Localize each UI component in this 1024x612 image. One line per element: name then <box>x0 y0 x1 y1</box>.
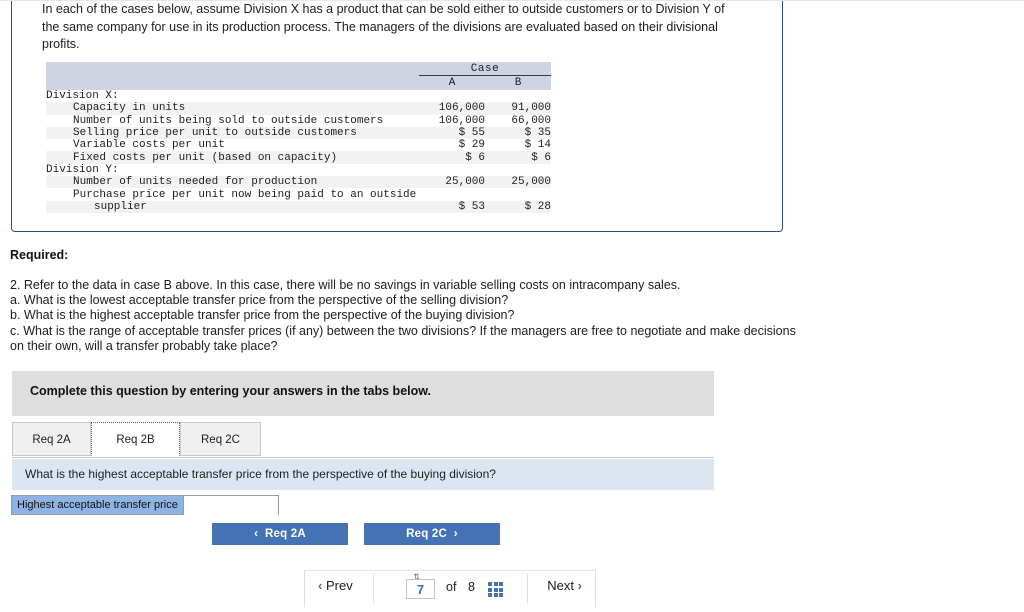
table-cell-case-a: 106,000 <box>419 102 485 115</box>
table-cell-case-b: 25,000 <box>485 176 551 189</box>
table-cell-case-a: 106,000 <box>419 114 485 127</box>
answer-entry-row: Highest acceptable transfer price <box>11 495 279 516</box>
table-column-header-a: A <box>419 75 485 90</box>
table-cell-case-b: $ 35 <box>485 126 551 140</box>
table-cell-case-b: 91,000 <box>485 102 551 115</box>
pagination-separator-left <box>373 574 374 603</box>
pagination-next-button[interactable]: Next › <box>547 578 582 593</box>
pagination-prev-button[interactable]: ‹ Prev <box>318 578 353 593</box>
chevron-right-icon: › <box>577 578 582 593</box>
answer-input[interactable] <box>183 496 278 516</box>
table-row: Capacity in units 106,000 91,000 <box>46 102 551 115</box>
tab-strip-underline <box>12 457 714 458</box>
pagination-separator-right <box>527 574 528 603</box>
table-cell-case-a: $ 55 <box>419 126 485 140</box>
pagination-prev-label: Prev <box>325 578 353 593</box>
table-row: Number of units needed for production 25,… <box>46 176 551 189</box>
grid-view-icon[interactable] <box>488 582 503 597</box>
table-cell-case-a: $ 53 <box>419 200 485 213</box>
table-cell-case-b: 66,000 <box>485 114 551 127</box>
case-data-table-head: Case A B <box>46 62 551 90</box>
table-cell-case-a <box>419 90 485 103</box>
chevron-right-icon: › <box>453 528 458 540</box>
table-cell-case-b <box>485 163 551 177</box>
table-row-label: Fixed costs per unit (based on capacity) <box>46 151 419 164</box>
pagination-current-page[interactable]: 7 <box>406 579 435 599</box>
problem-panel: In each of the cases below, assume Divis… <box>11 1 783 232</box>
table-row-label: Division X: <box>46 90 419 103</box>
complete-question-banner-text: Complete this question by entering your … <box>30 384 431 398</box>
table-cell-case-a: $ 29 <box>419 139 485 152</box>
table-row: supplier $ 53 $ 28 <box>46 200 551 213</box>
table-row: Division Y: <box>46 163 551 177</box>
table-row-label: Purchase price per unit now being paid t… <box>46 188 419 201</box>
table-row-label: Selling price per unit to outside custom… <box>46 126 419 140</box>
table-column-header-spacer <box>46 75 419 90</box>
table-group-header-row: Case <box>46 62 551 76</box>
requirement-tab-strip: Req 2A Req 2B Req 2C <box>12 422 714 458</box>
next-requirement-label: Req 2C <box>406 528 447 540</box>
tab-req-2a[interactable]: Req 2A <box>12 422 91 456</box>
prev-requirement-button[interactable]: ‹ Req 2A <box>212 523 348 545</box>
next-requirement-button[interactable]: Req 2C › <box>364 523 500 545</box>
table-column-header-b: B <box>485 75 551 90</box>
table-cell-case-b <box>485 90 551 103</box>
active-tab-question-bar: What is the highest acceptable transfer … <box>12 459 714 490</box>
table-row: Fixed costs per unit (based on capacity)… <box>46 151 551 164</box>
case-data-table-body: Division X: Capacity in units 106,000 91,00… <box>46 90 551 213</box>
table-group-header-case: Case <box>419 62 551 76</box>
table-cell-case-a: $ 6 <box>419 151 485 164</box>
problem-intro-text: In each of the cases below, assume Divis… <box>42 2 725 51</box>
pagination-total-pages: 8 <box>468 580 475 594</box>
required-heading: Required: <box>10 248 69 262</box>
table-cell-case-a <box>419 163 485 177</box>
answer-field-label: Highest acceptable transfer price <box>12 496 184 514</box>
table-cell-case-b: $ 6 <box>485 151 551 164</box>
tab-req-2b[interactable]: Req 2B <box>91 422 180 456</box>
pagination-top-rule <box>305 570 595 571</box>
case-data-table: Case A B Division X: Capacity in units 106… <box>46 62 551 213</box>
pagination-next-label: Next <box>547 578 575 593</box>
table-row-label: Capacity in units <box>46 102 419 115</box>
required-line: 2. Refer to the data in case B above. In… <box>10 278 681 292</box>
active-tab-question-text: What is the highest acceptable transfer … <box>25 467 496 481</box>
table-row-label: supplier <box>46 200 419 213</box>
required-line: c. What is the range of acceptable trans… <box>10 323 796 353</box>
required-line: b. What is the highest acceptable transf… <box>10 308 515 323</box>
pagination-of-label: of <box>446 580 457 594</box>
table-row-label: Number of units being sold to outside cu… <box>46 114 419 127</box>
prev-requirement-label: Req 2A <box>265 528 306 540</box>
chevron-left-icon: ‹ <box>254 528 259 540</box>
tab-req-2c[interactable]: Req 2C <box>180 422 261 456</box>
table-row-label: Division Y: <box>46 163 419 177</box>
table-row: Variable costs per unit $ 29 $ 14 <box>46 139 551 152</box>
table-cell-case-b: $ 14 <box>485 139 551 152</box>
table-row: Division X: <box>46 90 551 103</box>
chevron-left-icon: ‹ <box>318 578 323 593</box>
table-column-header-row: A B <box>46 75 551 90</box>
table-row: Number of units being sold to outside cu… <box>46 114 551 127</box>
pagination-bar: ‹ Prev ⇅ 7 of 8 Next › <box>304 570 596 607</box>
table-cell-case-a: 25,000 <box>419 176 485 189</box>
table-row: Purchase price per unit now being paid t… <box>46 188 551 201</box>
required-line: a. What is the lowest acceptable transfe… <box>10 293 509 308</box>
table-row-label: Variable costs per unit <box>46 139 419 152</box>
table-cell-case-a <box>419 188 485 201</box>
required-text: 2. Refer to the data in case B above. In… <box>10 278 800 354</box>
table-row: Selling price per unit to outside custom… <box>46 126 551 140</box>
table-group-header-spacer <box>46 62 419 76</box>
table-cell-case-b <box>485 188 551 201</box>
table-cell-case-b: $ 28 <box>485 200 551 213</box>
complete-question-banner: Complete this question by entering your … <box>12 371 714 416</box>
table-row-label: Number of units needed for production <box>46 176 419 189</box>
